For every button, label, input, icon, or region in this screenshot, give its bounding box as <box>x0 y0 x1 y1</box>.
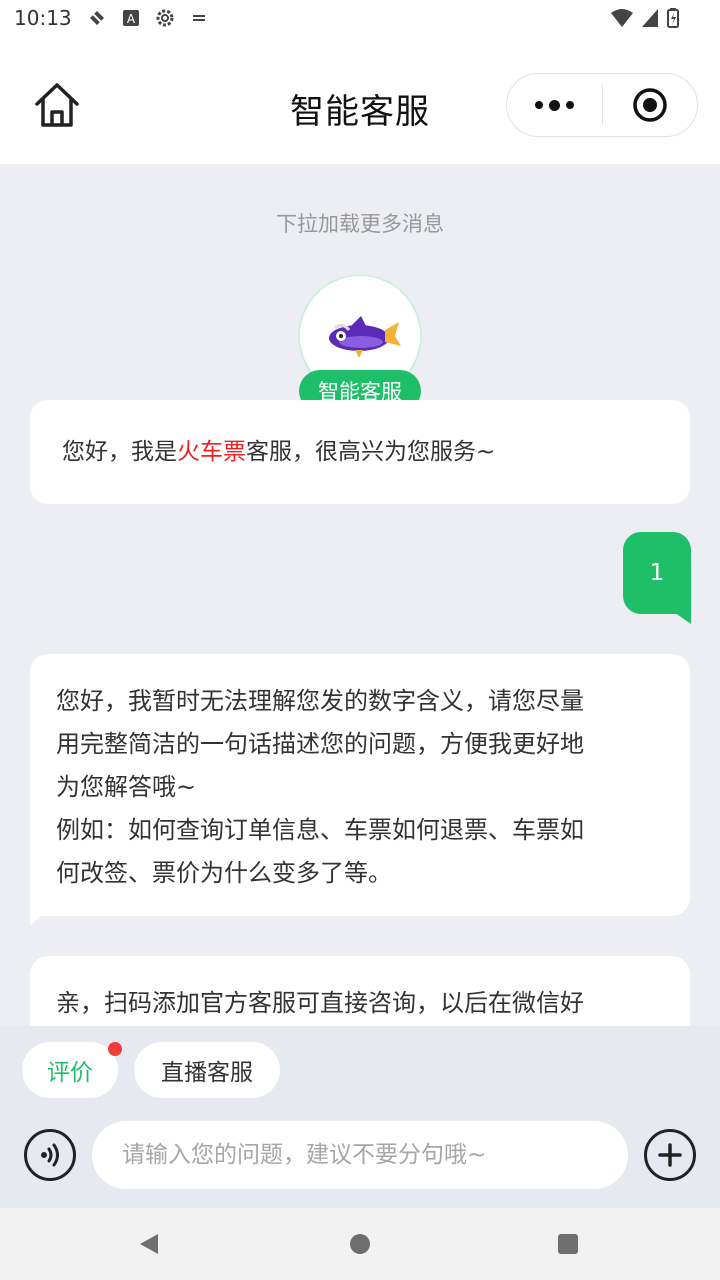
greeting-prefix: 您好，我是 <box>62 439 177 465</box>
clarify-line-3: 为您解答哦~ <box>56 773 197 801</box>
load-more-hint: 下拉加载更多消息 <box>276 212 444 236</box>
status-notification-icons: A <box>86 7 208 29</box>
user-message: 1 <box>623 532 691 614</box>
agent-message-greeting: 您好，我是火车票客服，很高兴为您服务~ <box>30 400 690 504</box>
question-input[interactable] <box>92 1121 628 1189</box>
home-circle-button[interactable] <box>350 1234 370 1254</box>
clarify-line-1: 您好，我暂时无法理解您发的数字含义，请您尽量 <box>56 687 584 715</box>
qrcode-line-1: 亲，扫码添加官方客服可直接咨询，以后在微信好 <box>56 989 584 1017</box>
sliders-icon <box>192 15 205 21</box>
status-time: 10:13 <box>14 6 72 30</box>
nav-bar: 智能客服 <box>0 36 720 164</box>
system-nav-bar <box>0 1208 720 1280</box>
notification-dot <box>108 1042 122 1056</box>
status-bar: 10:13 A <box>0 0 720 36</box>
app-a-icon: A <box>122 10 139 26</box>
plus-icon <box>658 1143 682 1167</box>
more-options-button[interactable] <box>644 1129 696 1181</box>
clarify-line-5: 何改签、票价为什么变多了等。 <box>56 859 392 887</box>
settings-gear-icon <box>156 9 174 27</box>
clarify-line-4: 例如：如何查询订单信息、车票如何退票、车票如 <box>56 816 584 844</box>
status-right-icons <box>610 7 680 29</box>
close-mini-program-button[interactable] <box>603 74 697 136</box>
more-button[interactable] <box>507 74 602 136</box>
wifi-icon <box>611 9 633 27</box>
voice-icon <box>41 1143 59 1167</box>
mini-program-capsule <box>506 73 698 137</box>
greeting-highlight: 火车票 <box>177 439 246 465</box>
rate-button[interactable]: 评价 <box>22 1042 118 1098</box>
clarify-line-2: 用完整简洁的一句话描述您的问题，方便我更好地 <box>56 730 584 758</box>
agent-message-qrcode: 亲，扫码添加官方客服可直接咨询，以后在微信好 <box>30 956 690 1026</box>
signal-icon <box>642 9 658 27</box>
svg-text:A: A <box>127 12 136 26</box>
greeting-suffix: 客服，很高兴为您服务~ <box>246 439 496 465</box>
battery-icon <box>667 8 679 28</box>
dolphin-mascot-icon <box>329 316 401 358</box>
no-sim-icon <box>87 9 106 27</box>
more-dots-icon <box>535 101 543 109</box>
agent-message-clarify: 您好，我暂时无法理解您发的数字含义，请您尽量 用完整简洁的一句话描述您的问题，方… <box>30 654 690 916</box>
chat-area[interactable]: 下拉加载更多消息 智能客服 您好，我是火车票客服，很高兴为您服务~ 1 您好，我… <box>0 164 720 1026</box>
back-triangle-icon[interactable] <box>138 1232 160 1256</box>
live-service-button[interactable]: 直播客服 <box>134 1042 280 1098</box>
voice-input-button[interactable] <box>24 1129 76 1181</box>
recent-apps-button[interactable] <box>558 1234 578 1254</box>
target-close-icon <box>633 88 667 122</box>
user-message-tail <box>671 610 691 624</box>
bottom-input-area: 评价 直播客服 <box>0 1026 720 1208</box>
